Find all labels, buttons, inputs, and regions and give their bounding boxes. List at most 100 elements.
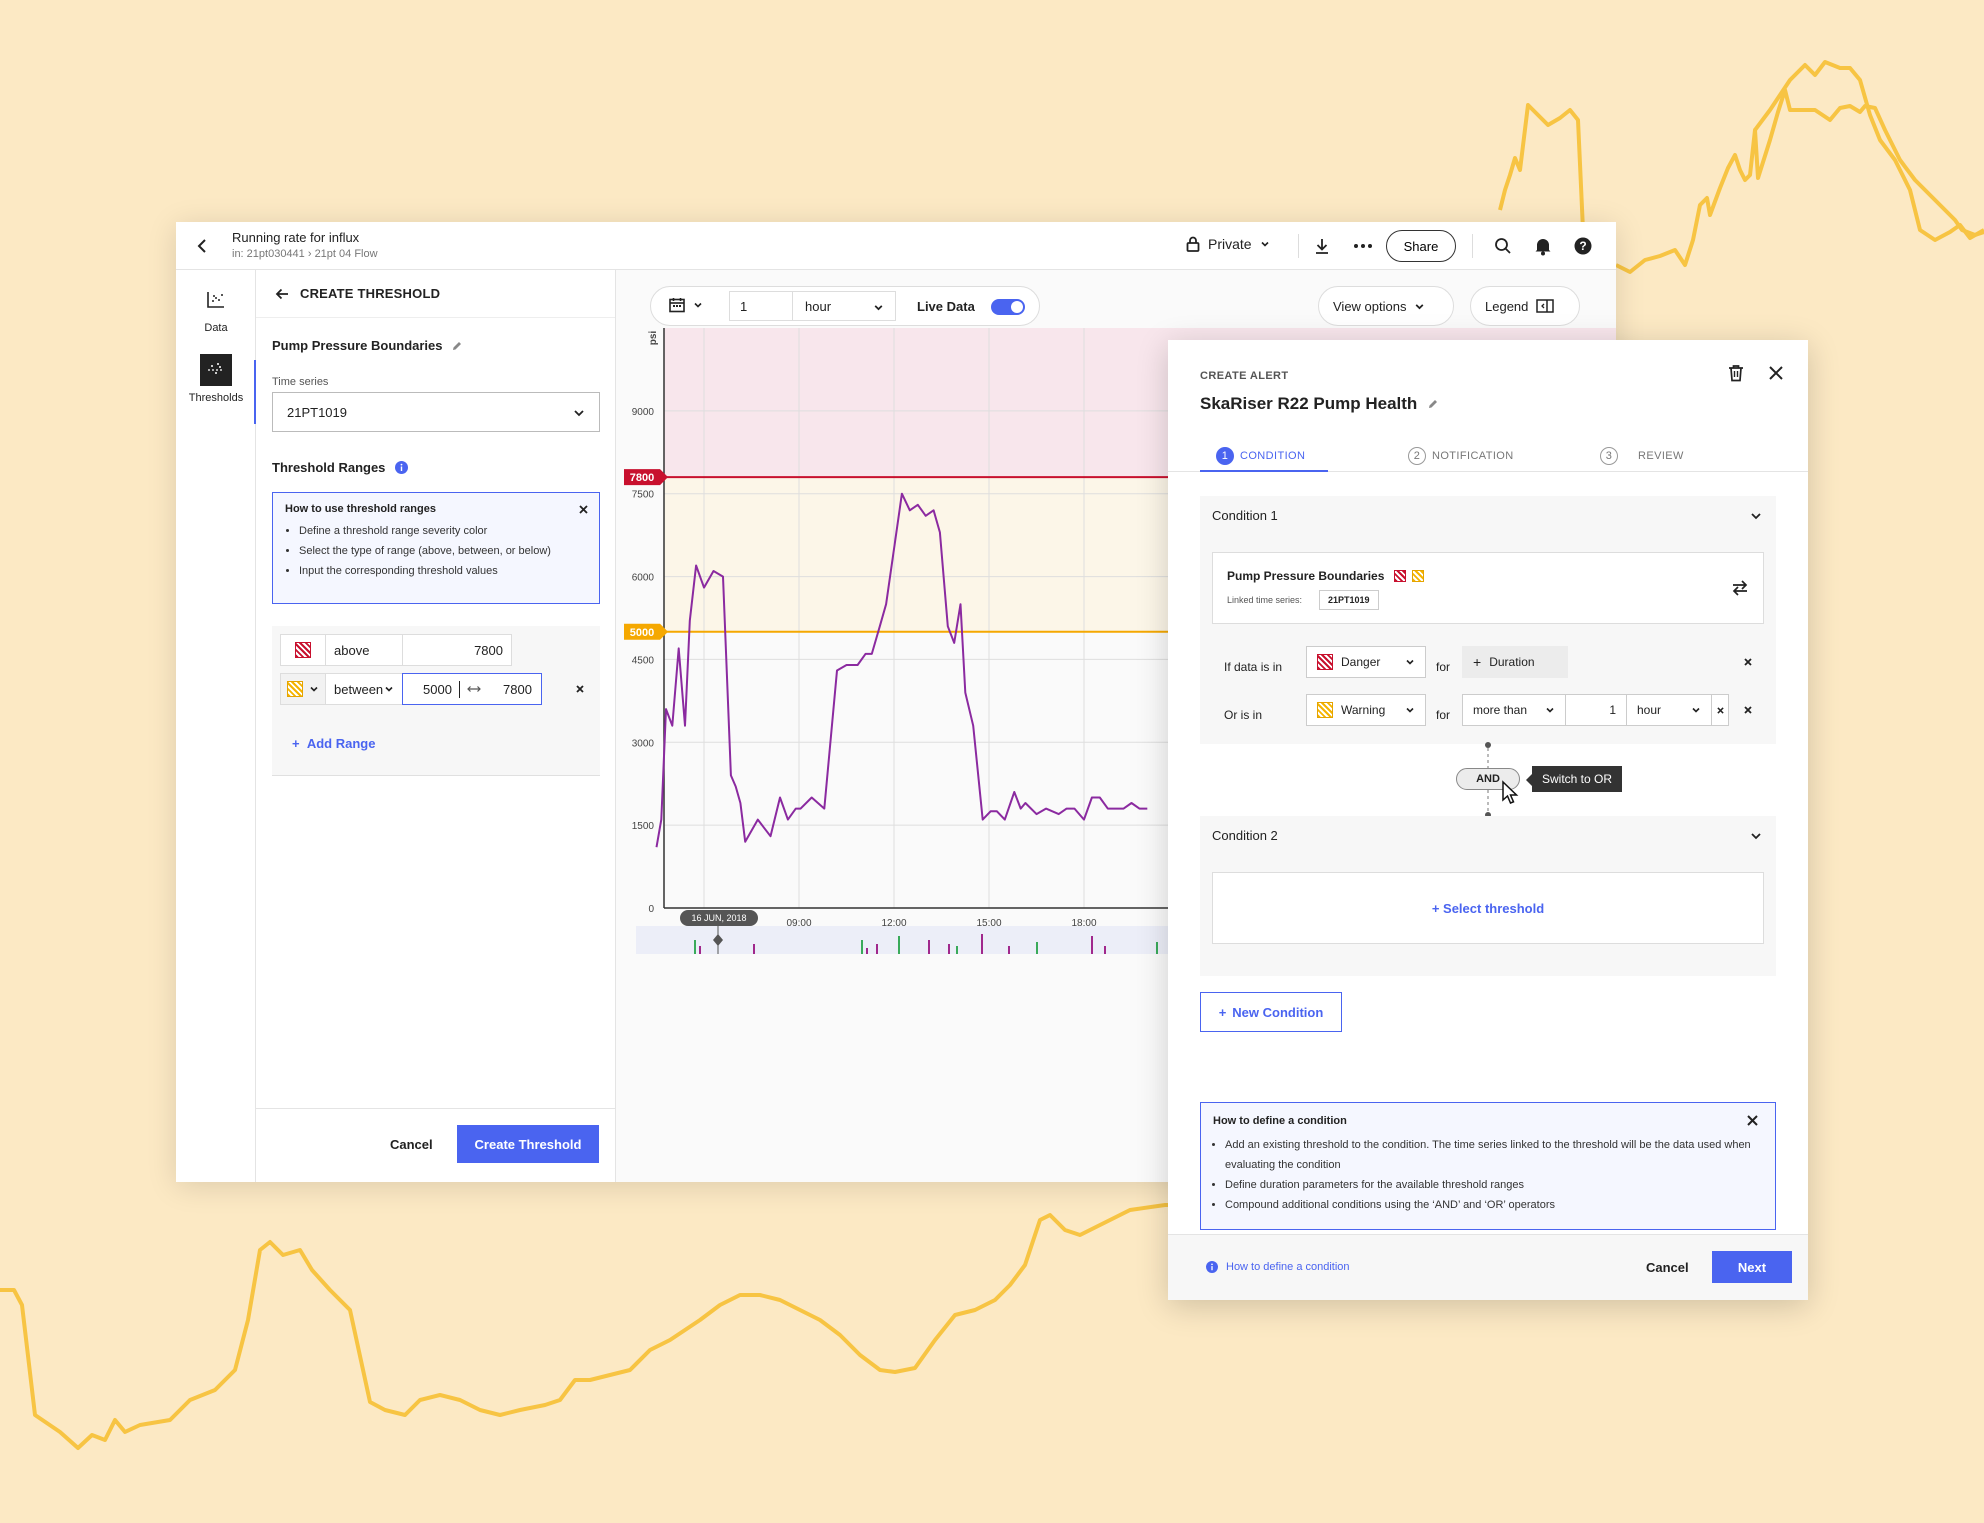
warning-swatch-icon	[1412, 570, 1425, 582]
threshold-card-name: Pump Pressure Boundaries	[1227, 569, 1385, 583]
help-box-list: Add an existing threshold to the conditi…	[1213, 1135, 1763, 1215]
close-icon[interactable]	[1768, 365, 1784, 381]
timeline-spike	[861, 940, 863, 954]
back-arrow-icon[interactable]	[192, 236, 212, 256]
add-range-button[interactable]: + Add Range	[292, 736, 375, 751]
range-type-value: between	[334, 681, 384, 697]
timeline-spike	[699, 946, 701, 954]
help-bullet: Define duration parameters for the avail…	[1225, 1175, 1763, 1195]
y-tick-label: 4500	[632, 655, 655, 666]
threshold-card: Pump Pressure Boundaries Linked time ser…	[1212, 552, 1764, 624]
severity-dropdown[interactable]: Warning	[1306, 694, 1426, 726]
pencil-icon[interactable]	[1427, 398, 1439, 410]
panel-heading: CREATE THRESHOLD	[300, 286, 441, 301]
breadcrumb: in: 21pt030441 › 21pt 04 Flow	[232, 248, 378, 260]
help-icon[interactable]: ?	[1574, 237, 1592, 255]
range-between-inputs[interactable]: 5000 7800	[402, 673, 542, 705]
background-line-right-top	[1498, 103, 1585, 231]
pencil-icon[interactable]	[451, 340, 463, 352]
privacy-label: Private	[1208, 236, 1252, 252]
info-bullet: Input the corresponding threshold values	[299, 561, 587, 581]
add-duration-button[interactable]: + Duration	[1462, 646, 1568, 678]
create-threshold-button[interactable]: Create Threshold	[457, 1125, 599, 1163]
back-arrow-icon[interactable]	[274, 286, 290, 302]
swap-icon[interactable]	[1731, 579, 1749, 597]
more-options-icon[interactable]	[1354, 244, 1372, 248]
severity-select[interactable]	[280, 673, 326, 705]
privacy-dropdown[interactable]: Private	[1186, 236, 1270, 252]
duration-unit-dropdown[interactable]: hour	[1626, 694, 1712, 726]
info-icon[interactable]	[395, 461, 409, 474]
new-condition-label: New Condition	[1232, 1004, 1324, 1020]
severity-value: Danger	[1341, 655, 1381, 669]
chevron-down-icon	[1751, 513, 1761, 520]
step-number: 3	[1600, 447, 1618, 465]
cancel-button[interactable]: Cancel	[390, 1137, 433, 1152]
modal-title[interactable]: SkaRiser R22 Pump Health	[1200, 394, 1439, 414]
linked-series-chip: 21PT1019	[1319, 590, 1379, 610]
nav-item-label: Data	[204, 322, 228, 334]
lock-icon	[1186, 236, 1200, 252]
nav-item-thresholds[interactable]: Thresholds	[176, 354, 256, 404]
chart-icon	[207, 292, 224, 308]
for-label: for	[1436, 708, 1451, 722]
range-to-value[interactable]: 7800	[503, 682, 532, 697]
mouse-cursor-icon	[1502, 780, 1519, 804]
range-type-select[interactable]: between	[325, 673, 403, 705]
modal-footer: How to define a condition Cancel Next	[1168, 1234, 1808, 1300]
search-icon[interactable]	[1494, 237, 1512, 255]
trash-icon[interactable]	[1728, 364, 1744, 382]
new-condition-button[interactable]: + New Condition	[1200, 992, 1342, 1032]
range-from-value[interactable]: 5000	[423, 682, 452, 697]
condition-1: Condition 1 Pump Pressure Boundaries Lin…	[1200, 496, 1776, 744]
range-type-select[interactable]: above	[325, 634, 403, 666]
nav-item-data[interactable]: Data	[176, 284, 256, 334]
svg-text:?: ?	[1579, 239, 1586, 253]
cancel-button[interactable]: Cancel	[1646, 1260, 1689, 1275]
top-bar: Running rate for influx in: 21pt030441 ›…	[176, 222, 1616, 270]
timeline-spike	[928, 940, 930, 954]
remove-row-icon[interactable]	[1744, 658, 1752, 666]
left-nav: Data Thresholds	[176, 270, 256, 1182]
alert-name: SkaRiser R22 Pump Health	[1200, 394, 1418, 413]
remove-row-icon[interactable]	[1744, 706, 1752, 714]
create-alert-modal: CREATE ALERT SkaRiser R22 Pump Health 1 …	[1168, 340, 1808, 1300]
severity-select[interactable]	[280, 634, 326, 666]
tab-label: REVIEW	[1638, 450, 1684, 462]
next-button[interactable]: Next	[1712, 1251, 1792, 1283]
threshold-tag-label: 7800	[630, 472, 654, 484]
info-box-title: How to use threshold ranges	[285, 503, 436, 515]
condition-header[interactable]: Condition 2	[1200, 816, 1776, 854]
threshold-name[interactable]: Pump Pressure Boundaries	[272, 338, 463, 353]
severity-dropdown[interactable]: Danger	[1306, 646, 1426, 678]
duration-amount-input[interactable]: 1	[1565, 694, 1627, 726]
chevron-down-icon	[1261, 241, 1269, 247]
select-threshold-button[interactable]: + Select threshold	[1212, 872, 1764, 944]
for-label: for	[1436, 660, 1451, 674]
download-icon[interactable]	[1313, 237, 1331, 255]
divider	[1298, 234, 1299, 258]
tab-condition[interactable]: 1 CONDITION	[1216, 440, 1305, 472]
close-icon	[1716, 706, 1724, 714]
warning-swatch-icon	[1317, 702, 1333, 718]
duration-label: Duration	[1489, 655, 1535, 669]
comparator-dropdown[interactable]: more than	[1462, 694, 1566, 726]
tab-label: CONDITION	[1240, 450, 1306, 462]
time-series-select[interactable]: 21PT1019	[272, 392, 600, 432]
range-value-input[interactable]: 7800	[402, 634, 512, 666]
share-button[interactable]: Share	[1386, 230, 1456, 262]
chevron-down-icon	[1406, 659, 1414, 665]
y-tick-label: 7500	[632, 490, 655, 501]
close-icon[interactable]	[1747, 1115, 1758, 1126]
clear-duration-button[interactable]	[1711, 694, 1729, 726]
tab-notification[interactable]: 2 NOTIFICATION	[1408, 440, 1514, 472]
remove-range-icon[interactable]	[576, 685, 584, 693]
close-icon[interactable]	[579, 505, 588, 514]
threshold-ranges-label: Threshold Ranges	[272, 460, 386, 475]
bell-icon[interactable]	[1534, 236, 1552, 256]
help-link[interactable]: How to define a condition	[1206, 1261, 1350, 1273]
y-tick-label: 0	[648, 904, 654, 915]
tab-review[interactable]: 3 REVIEW	[1600, 440, 1684, 472]
y-tick-label: 1500	[632, 821, 655, 832]
condition-header[interactable]: Condition 1	[1200, 496, 1776, 534]
